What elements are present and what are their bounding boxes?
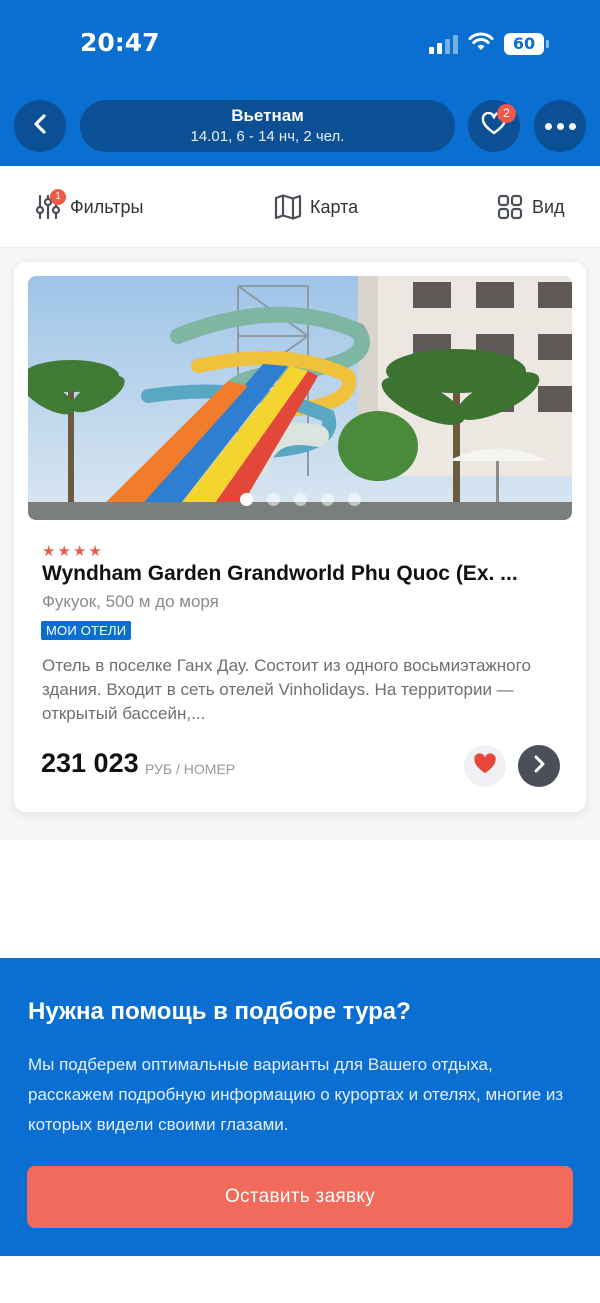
hotel-photo: [28, 276, 572, 520]
photo-pagination[interactable]: [28, 493, 572, 506]
photo-dot[interactable]: [266, 493, 280, 506]
search-destination: Вьетнам: [231, 106, 304, 125]
photo-dot[interactable]: [320, 493, 334, 506]
price-unit: РУБ / НОМЕР: [145, 761, 236, 777]
chevron-right-icon: [532, 755, 546, 778]
more-button[interactable]: [534, 100, 586, 152]
status-icons: 60: [429, 30, 549, 58]
help-text: Мы подберем оптимальные варианты для Ваш…: [28, 1055, 564, 1134]
add-to-favorites-button[interactable]: [464, 745, 506, 787]
hotel-price: 231 023: [41, 748, 139, 778]
favorites-button[interactable]: 2: [468, 100, 520, 152]
hotel-stars: ★★★★: [42, 543, 104, 560]
app-header: 20:47 60 Вьетнам 14.01, 6 - 14 нч, 2 чел…: [0, 0, 600, 166]
back-arrow-icon: [30, 113, 50, 140]
sliders-icon: 1: [34, 189, 66, 221]
help-section: Нужна помощь в подборе тура? Мы подберем…: [0, 958, 600, 1256]
hotel-description: Отель в поселке Ганх Дау. Состоит из одн…: [42, 656, 531, 723]
help-title: Нужна помощь в подборе тура?: [28, 998, 411, 1025]
back-button[interactable]: [14, 100, 66, 152]
wifi-icon: [468, 32, 494, 57]
status-time: 20:47: [80, 28, 160, 57]
view-button[interactable]: Вид: [496, 166, 565, 248]
open-hotel-button[interactable]: [518, 745, 560, 787]
filters-button[interactable]: 1 Фильтры: [34, 166, 143, 248]
map-icon: [274, 193, 302, 221]
photo-dot[interactable]: [293, 493, 307, 506]
hotel-card[interactable]: ★★★★ Wyndham Garden Grandworld Phu Quoc …: [14, 262, 586, 812]
signal-icon: [429, 34, 458, 54]
heart-icon: [473, 752, 497, 780]
filters-label: Фильтры: [70, 196, 144, 217]
submit-request-button[interactable]: Оставить заявку: [27, 1166, 573, 1228]
favorites-count-badge: 2: [497, 104, 516, 123]
photo-dot[interactable]: [239, 493, 253, 506]
map-label: Карта: [310, 196, 359, 217]
battery-icon: 60: [504, 33, 549, 55]
hotel-photo-carousel[interactable]: [28, 276, 572, 520]
search-params: 14.01, 6 - 14 нч, 2 чел.: [190, 128, 345, 145]
view-label: Вид: [532, 196, 565, 217]
more-dots-icon: [544, 122, 576, 130]
photo-dot[interactable]: [347, 493, 361, 506]
results-footer-space: [0, 840, 600, 958]
filters-count-badge: 1: [50, 189, 66, 205]
map-button[interactable]: Карта: [274, 166, 358, 248]
hotel-tag: МОИ ОТЕЛИ: [41, 621, 132, 640]
grid-icon: [496, 193, 524, 221]
hotel-location: Фукуок, 500 м до моря: [42, 592, 219, 611]
search-summary-button[interactable]: Вьетнам 14.01, 6 - 14 нч, 2 чел.: [80, 100, 455, 152]
toolbar: 1 Фильтры Карта Вид: [0, 166, 600, 248]
page-bottom: [0, 1256, 600, 1303]
hotel-name[interactable]: Wyndham Garden Grandworld Phu Quoc (Ex. …: [42, 562, 562, 586]
